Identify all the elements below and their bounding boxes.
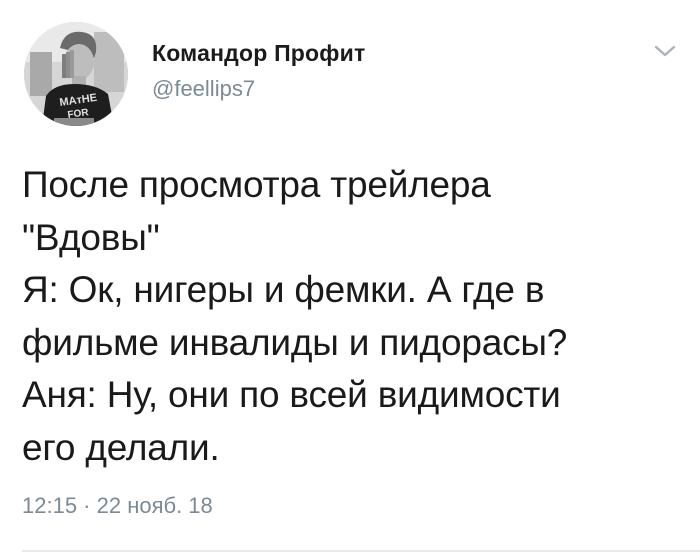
- author-display-name[interactable]: Командор Профит: [152, 40, 365, 67]
- author-handle[interactable]: @feellips7: [152, 76, 255, 102]
- tweet-text: После просмотра трейлера "Вдовы" Я: Ок, …: [22, 164, 568, 468]
- tweet-menu-button[interactable]: [652, 42, 678, 60]
- chevron-down-icon: [654, 45, 676, 57]
- tweet-card: MAᴛHE FOR Командор Профит @feellips7 Пос…: [0, 0, 700, 558]
- tweet-timestamp[interactable]: 12:15 · 22 нояб. 18: [22, 493, 213, 519]
- author-avatar[interactable]: MAᴛHE FOR: [24, 22, 128, 126]
- avatar-photo-icon: MAᴛHE FOR: [24, 22, 128, 126]
- divider: [22, 550, 700, 552]
